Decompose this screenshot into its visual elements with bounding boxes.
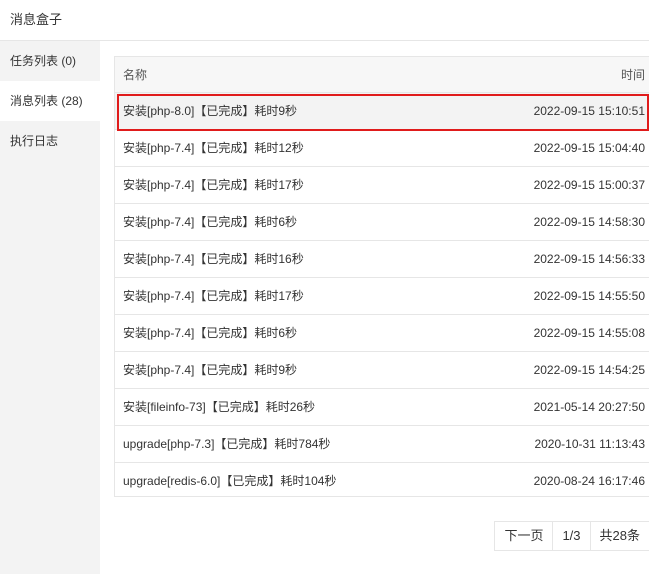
pagination: 下一页 1/3 共28条 [494, 521, 649, 551]
row-name: 安装[php-7.4]【已完成】耗时6秒 [123, 326, 298, 340]
message-table: 名称 时间 安装[php-8.0]【已完成】耗时9秒 2022-09-15 15… [114, 56, 649, 497]
row-time: 2022-09-15 14:55:50 [533, 289, 645, 303]
row-name: 安装[php-7.4]【已完成】耗时17秒 [123, 289, 304, 303]
row-time: 2022-09-15 14:56:33 [533, 252, 645, 266]
row-time: 2022-09-15 14:55:08 [533, 326, 645, 340]
row-name: 安装[php-7.4]【已完成】耗时16秒 [123, 252, 304, 266]
row-time: 2022-09-15 14:54:25 [533, 363, 645, 377]
row-name: 安装[php-7.4]【已完成】耗时12秒 [123, 141, 304, 155]
table-row[interactable]: 安装[php-7.4]【已完成】耗时17秒 2022-09-15 14:55:5… [115, 278, 649, 315]
sidebar: 任务列表 (0) 消息列表 (28) 执行日志 [0, 41, 100, 574]
row-name: 安装[php-8.0]【已完成】耗时9秒 [123, 104, 298, 118]
sidebar-item-tasks[interactable]: 任务列表 (0) [0, 41, 100, 81]
row-time: 2022-09-15 15:04:40 [533, 141, 645, 155]
table-row[interactable]: 安装[php-7.4]【已完成】耗时9秒 2022-09-15 14:54:25 [115, 352, 649, 389]
row-time: 2021-05-14 20:27:50 [533, 400, 645, 414]
window-title: 消息盒子 [0, 0, 649, 41]
row-name: 安装[php-7.4]【已完成】耗时17秒 [123, 178, 304, 192]
table-row[interactable]: 安装[php-7.4]【已完成】耗时17秒 2022-09-15 15:00:3… [115, 167, 649, 204]
table-row[interactable]: 安装[php-7.4]【已完成】耗时6秒 2022-09-15 14:55:08 [115, 315, 649, 352]
column-header-time: 时间 [620, 68, 645, 82]
row-time: 2022-09-15 14:58:30 [533, 215, 645, 229]
row-time: 2022-09-15 15:10:51 [533, 104, 645, 118]
row-name: upgrade[redis-6.0]【已完成】耗时104秒 [123, 474, 337, 488]
sidebar-item-execution-log[interactable]: 执行日志 [0, 121, 100, 161]
row-name: 安装[fileinfo-73]【已完成】耗时26秒 [123, 400, 316, 414]
main-panel: 名称 时间 安装[php-8.0]【已完成】耗时9秒 2022-09-15 15… [100, 41, 649, 574]
table-row[interactable]: upgrade[redis-6.0]【已完成】耗时104秒 2020-08-24… [115, 463, 649, 500]
table-row[interactable]: 安装[php-7.4]【已完成】耗时16秒 2022-09-15 14:56:3… [115, 241, 649, 278]
sidebar-item-messages[interactable]: 消息列表 (28) [0, 81, 100, 121]
page-indicator: 1/3 [553, 522, 591, 550]
row-name: upgrade[php-7.3]【已完成】耗时784秒 [123, 437, 331, 451]
table-row[interactable]: 安装[php-8.0]【已完成】耗时9秒 2022-09-15 15:10:51 [115, 93, 649, 130]
row-name: 安装[php-7.4]【已完成】耗时6秒 [123, 215, 298, 229]
next-page-button[interactable]: 下一页 [495, 522, 554, 550]
row-name: 安装[php-7.4]【已完成】耗时9秒 [123, 363, 298, 377]
table-row[interactable]: 安装[fileinfo-73]【已完成】耗时26秒 2021-05-14 20:… [115, 389, 649, 426]
table-row[interactable]: 安装[php-7.4]【已完成】耗时12秒 2022-09-15 15:04:4… [115, 130, 649, 167]
row-time: 2022-09-15 15:00:37 [533, 178, 645, 192]
total-count: 共28条 [599, 528, 640, 543]
row-time: 2020-08-24 16:17:46 [533, 474, 645, 488]
table-row[interactable]: 安装[php-7.4]【已完成】耗时6秒 2022-09-15 14:58:30 [115, 204, 649, 241]
table-header: 名称 时间 [115, 57, 649, 93]
table-row[interactable]: upgrade[php-7.3]【已完成】耗时784秒 2020-10-31 1… [115, 426, 649, 463]
column-header-name: 名称 [123, 68, 148, 82]
row-time: 2020-10-31 11:13:43 [534, 437, 645, 451]
